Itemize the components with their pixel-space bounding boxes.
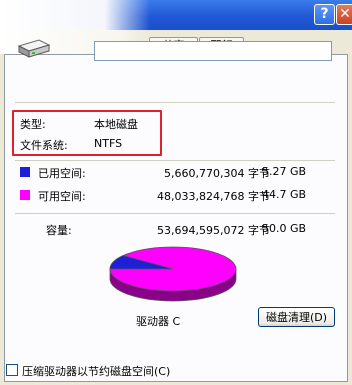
free-space-label: 可用空间: xyxy=(38,190,86,203)
compress-drive-label: 压缩驱动器以节约磁盘空间(C) xyxy=(22,365,171,378)
title-bar-blurred-area xyxy=(0,0,150,30)
used-space-swatch xyxy=(20,167,30,177)
drive-name-input[interactable] xyxy=(94,41,332,61)
properties-dialog: 共享 配额 xyxy=(0,30,352,385)
free-space-bytes-value: 48,033,824,768 xyxy=(157,190,245,203)
compress-drive-checkbox[interactable] xyxy=(6,364,18,376)
general-tab-panel xyxy=(4,54,348,382)
type-value: 本地磁盘 xyxy=(94,118,138,131)
free-space-size: 44.7 GB xyxy=(262,188,307,201)
filesystem-value: NTFS xyxy=(94,137,123,150)
separator xyxy=(15,160,335,161)
capacity-size: 50.0 GB xyxy=(262,222,307,235)
disk-usage-pie-chart xyxy=(109,246,237,302)
used-space-bytes: 5,660,770,304 字节 xyxy=(110,165,270,181)
free-space-swatch xyxy=(20,190,30,200)
hard-drive-icon xyxy=(17,39,51,58)
type-label: 类型: xyxy=(20,118,46,131)
capacity-bytes-value: 53,694,595,072 xyxy=(157,224,245,237)
disk-cleanup-button[interactable]: 磁盘清理(D) xyxy=(258,307,335,327)
used-space-label: 已用空间: xyxy=(38,167,86,180)
separator xyxy=(15,213,335,214)
capacity-label: 容量: xyxy=(46,224,72,237)
free-space-bytes: 48,033,824,768 字节 xyxy=(110,188,270,204)
used-space-size: 5.27 GB xyxy=(262,165,307,178)
filesystem-label: 文件系统: xyxy=(20,139,68,152)
used-space-bytes-value: 5,660,770,304 xyxy=(164,167,245,180)
capacity-bytes: 53,694,595,072 字节 xyxy=(110,222,270,238)
close-button[interactable]: ✕ xyxy=(336,4,352,25)
help-button[interactable]: ? xyxy=(314,4,335,25)
drive-letter-label: 驱动器 C xyxy=(136,315,181,328)
separator xyxy=(15,102,335,103)
title-bar: ? ✕ xyxy=(0,0,352,30)
